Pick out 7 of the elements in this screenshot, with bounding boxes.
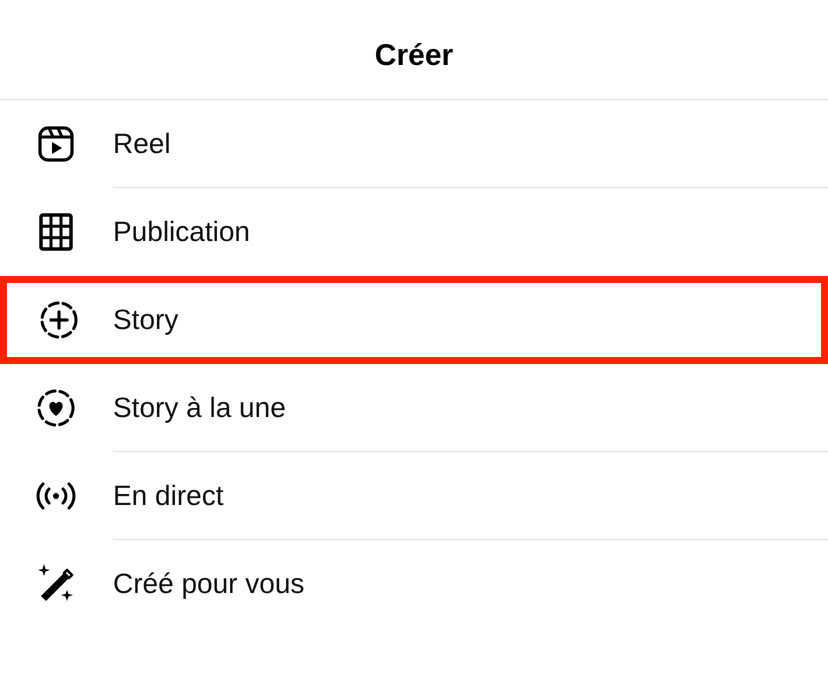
sheet-title: Créer [374, 38, 454, 72]
menu-item[interactable]: Story [0, 276, 828, 364]
menu-item[interactable]: Créé pour vous [0, 540, 828, 628]
menu-item[interactable]: Publication [0, 188, 828, 276]
menu-item[interactable]: En direct [0, 452, 828, 540]
menu-item[interactable]: Story à la une [0, 364, 828, 452]
menu-item[interactable]: Reel [0, 100, 828, 188]
